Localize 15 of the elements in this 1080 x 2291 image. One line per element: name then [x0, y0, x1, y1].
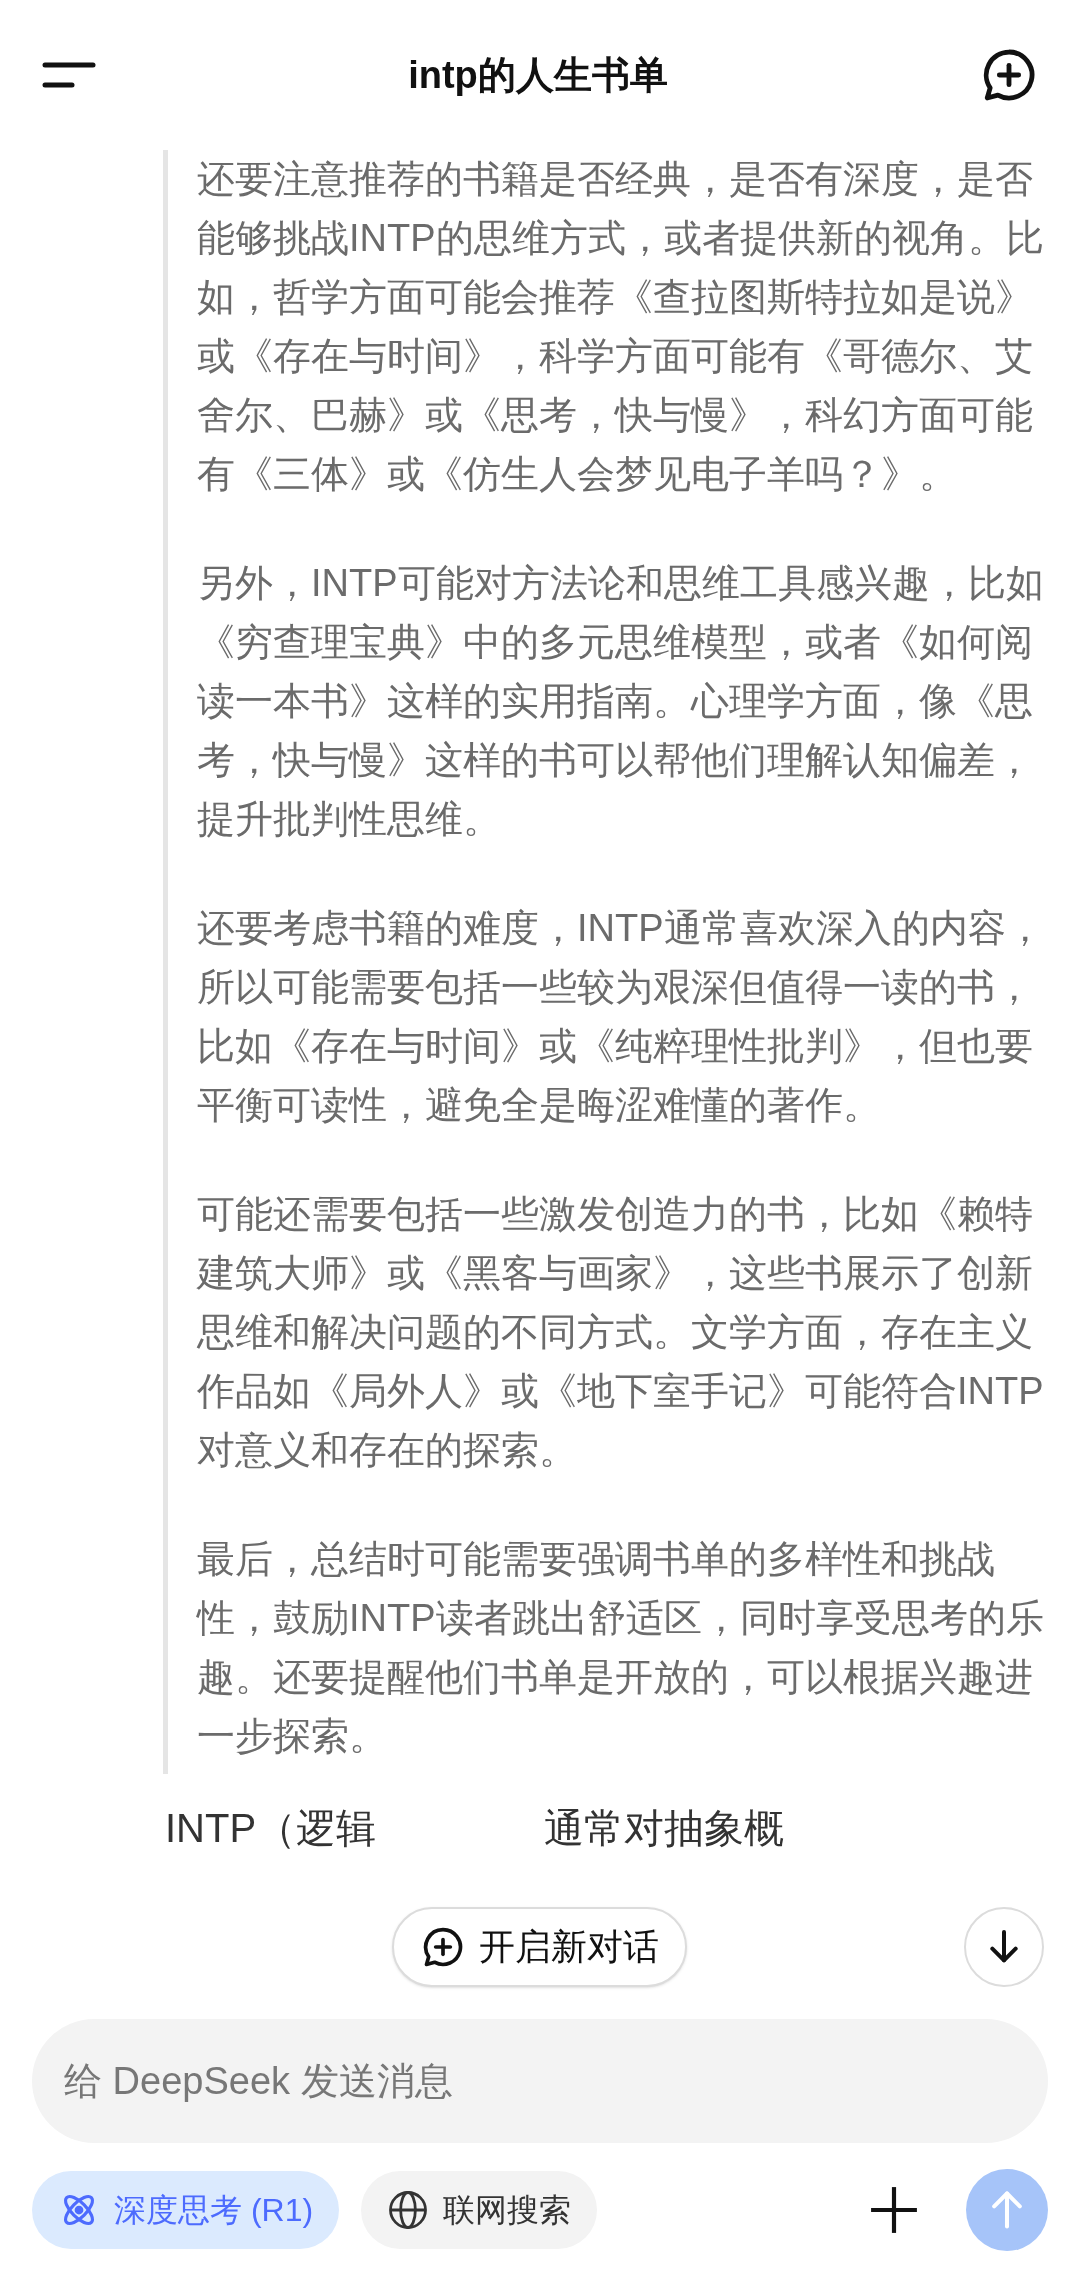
- chat-title: intp的人生书单: [408, 52, 668, 98]
- reasoning-paragraph: 另外，INTP可能对方法论和思维工具感兴趣，比如《穷查理宝典》中的多元思维模型，或者《如何阅读一本书》这样的实用指南。心理学方面，像《思考，快与慢》这样的书可以帮他们理解认知偏差，提升批判性思维。: [197, 561, 1045, 842]
- new-chat-pill-button[interactable]: 开启新对话: [392, 1907, 687, 1987]
- message-input[interactable]: 给 DeepSeek 发送消息: [32, 2019, 1048, 2143]
- reasoning-paragraph: 最后，总结时可能需要强调书单的多样性和挑战性，鼓励INTP读者跳出舒适区，同时享受思考的乐趣。还要提醒他们书单是开放的，可以根据兴趣进一步探索。: [197, 1537, 1045, 1759]
- menu-icon[interactable]: [42, 60, 96, 90]
- mode-toggle[interactable]: 深度思考 (R1): [32, 2171, 340, 2249]
- reasoning-paragraph: 还要注意推荐的书籍是否经典，是否有深度，是否能够挑战INTP的思维方式，或者提供新的视角。比如，哲学方面可能会推荐《查拉图斯特拉如是说》或《存在与时间》，科学方面可能有《哥德尔、艾舍尔、巴赫》或《思考，快与慢》，科幻方面可能有《三体》或《仿生人会梦见电子羊吗？》。: [197, 157, 1045, 497]
- reasoning-paragraph: 可能还需要包括一些激发创造力的书，比如《赖特建筑大师》或《黑客与画家》，这些书展示了创新思维和解决问题的不同方式。文学方面，存在主义作品如《局外人》或《地下室手记》可能符合INTP对意义和存在的探索。: [197, 1192, 1045, 1473]
- answer-text: INTP（逻辑: [165, 1805, 377, 1852]
- reasoning-paragraph: 还要考虑书籍的难度，INTP通常喜欢深入的内容，所以可能需要包括一些较为艰深但值得一读的书，比如《存在与时间》或《纯粹理性批判》，但也要平衡可读性，避免全是晦涩难懂的著作。: [197, 906, 1045, 1128]
- globe-icon: [387, 2189, 430, 2231]
- answer-text: 通常对抽象概: [544, 1805, 785, 1852]
- mode-toggle[interactable]: 联网搜索: [361, 2171, 598, 2249]
- plus-icon: [869, 2185, 919, 2235]
